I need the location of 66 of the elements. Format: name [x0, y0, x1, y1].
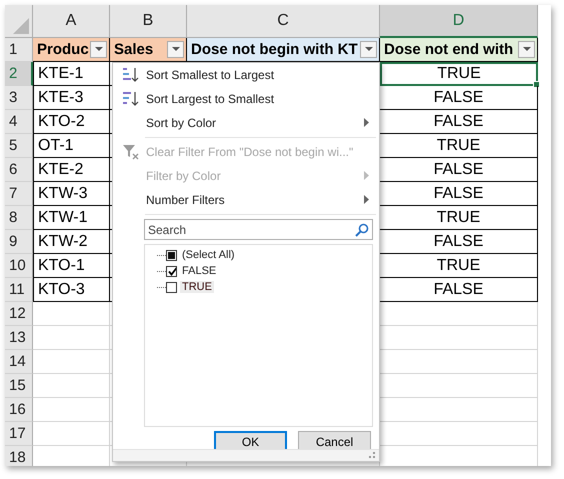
- filter-dropdown-button[interactable]: [360, 41, 377, 58]
- row-header[interactable]: 4: [5, 110, 33, 134]
- column-title: Produc: [37, 41, 89, 58]
- row-header[interactable]: 15: [5, 374, 33, 398]
- row-header[interactable]: 12: [5, 302, 33, 326]
- search-field[interactable]: Search: [144, 219, 373, 240]
- row-header[interactable]: 11: [5, 278, 33, 302]
- column-header[interactable]: D: [380, 5, 538, 38]
- column-title: Sales: [114, 41, 154, 58]
- checkbox[interactable]: [166, 282, 177, 292]
- value-label[interactable]: (Select All): [180, 249, 237, 261]
- table-cell: KTW-3: [33, 182, 110, 206]
- row-header[interactable]: 14: [5, 350, 33, 374]
- resize-grip-icon: [368, 452, 376, 460]
- row-header[interactable]: 6: [5, 158, 33, 182]
- dropdown-arrow-icon: [522, 47, 530, 52]
- table-cell: KTO-3: [33, 278, 110, 302]
- table-cell: KTW-2: [33, 230, 110, 254]
- dropdown-arrow-icon: [364, 47, 372, 52]
- checkbox[interactable]: [166, 250, 177, 260]
- column-title: Dose not end with: [384, 41, 514, 58]
- checkbox[interactable]: [166, 266, 177, 276]
- row-header[interactable]: 5: [5, 134, 33, 158]
- row-header[interactable]: 13: [5, 326, 33, 350]
- table-cell: KTW-1: [33, 206, 110, 230]
- filter-dropdown-button[interactable]: [518, 41, 535, 58]
- row-header[interactable]: 1: [5, 38, 33, 62]
- menu-item[interactable]: Number Filters: [113, 188, 379, 212]
- resize-grip[interactable]: [113, 449, 379, 461]
- dropdown-arrow-icon: [94, 47, 102, 52]
- row-header[interactable]: 10: [5, 254, 33, 278]
- row-header[interactable]: 3: [5, 86, 33, 110]
- value-label[interactable]: TRUE: [180, 281, 214, 293]
- clear-filter-icon: [122, 144, 140, 160]
- submenu-arrow-icon: [364, 118, 369, 127]
- filter-dropdown-button[interactable]: [90, 41, 107, 58]
- table-cell: TRUE: [380, 62, 538, 86]
- column-header[interactable]: C: [187, 5, 380, 38]
- row-header[interactable]: 7: [5, 182, 33, 206]
- menu-item[interactable]: Sort by Color: [113, 111, 379, 135]
- value-label[interactable]: FALSE: [180, 265, 218, 277]
- filter-dropdown-button[interactable]: [167, 41, 184, 58]
- table-cell: KTE-3: [33, 86, 110, 110]
- column-header[interactable]: B: [110, 5, 187, 38]
- menu-item[interactable]: Sort Largest to Smallest: [113, 87, 379, 111]
- column-title: Dose not begin with KT: [191, 41, 358, 58]
- row-header[interactable]: 9: [5, 230, 33, 254]
- sort-ascending-icon: [122, 67, 140, 83]
- submenu-arrow-icon: [364, 171, 369, 180]
- row-header[interactable]: 16: [5, 398, 33, 422]
- table-cell: KTE-1: [33, 62, 110, 86]
- menu-item[interactable]: Sort Smallest to Largest: [113, 63, 379, 87]
- row-header[interactable]: 2: [5, 62, 33, 86]
- search-icon: [355, 223, 369, 237]
- sort-descending-icon: [122, 91, 140, 107]
- column-header[interactable]: A: [33, 5, 110, 38]
- table-cell: OT-1: [33, 134, 110, 158]
- dropdown-arrow-icon: [172, 47, 180, 52]
- row-header[interactable]: 8: [5, 206, 33, 230]
- corner-triangle-icon: [13, 18, 29, 34]
- submenu-arrow-icon: [364, 195, 369, 204]
- row-header[interactable]: 18: [5, 446, 33, 466]
- table-cell: KTE-2: [33, 158, 110, 182]
- row-header[interactable]: 17: [5, 422, 33, 446]
- table-cell: KTO-1: [33, 254, 110, 278]
- table-cell: KTO-2: [33, 110, 110, 134]
